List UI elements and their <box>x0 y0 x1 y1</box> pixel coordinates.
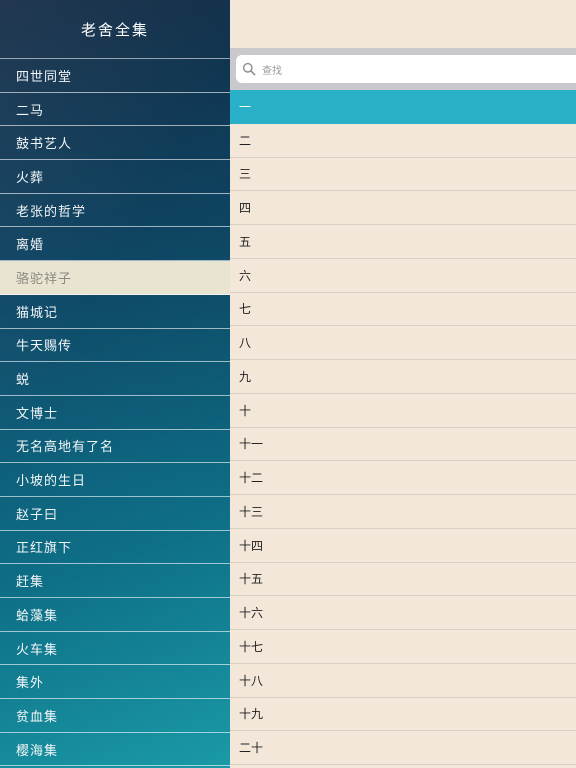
chapter-item[interactable]: 九 <box>230 360 576 394</box>
chapter-item[interactable]: 十六 <box>230 596 576 630</box>
search-placeholder: 查找 <box>262 65 282 77</box>
chapter-item[interactable]: 十一 <box>230 427 576 462</box>
chapter-item[interactable]: 十 <box>230 393 576 428</box>
chapter-item-active[interactable]: 一 <box>230 90 576 124</box>
chapter-item[interactable]: 十九 <box>230 697 576 732</box>
book-item[interactable]: 贫血集 <box>0 699 230 733</box>
book-item[interactable]: 赶集 <box>0 564 230 598</box>
book-item[interactable]: 文博士 <box>0 396 230 430</box>
book-item[interactable]: 集外 <box>0 665 230 700</box>
chapter-item[interactable]: 十三 <box>230 495 576 529</box>
book-item[interactable]: 二马 <box>0 93 230 127</box>
chapter-item[interactable]: 十二 <box>230 461 576 495</box>
book-item[interactable]: 火车集 <box>0 632 230 666</box>
chapter-item[interactable]: 三 <box>230 157 576 192</box>
book-item[interactable]: 小坡的生日 <box>0 463 230 497</box>
chapter-item[interactable]: 六 <box>230 258 576 293</box>
chapter-item[interactable]: 四 <box>230 191 576 225</box>
chapter-item[interactable]: 二 <box>230 123 576 158</box>
book-item[interactable]: 猫城记 <box>0 295 230 329</box>
sidebar: 老舍全集 四世同堂 二马 鼓书艺人 火葬 老张的哲学 离婚 骆驼祥子 猫城记 牛… <box>0 0 230 768</box>
book-item[interactable]: 离婚 <box>0 227 230 262</box>
book-item[interactable]: 牛天赐传 <box>0 329 230 363</box>
chapter-item[interactable]: 十七 <box>230 630 576 664</box>
book-list: 四世同堂 二马 鼓书艺人 火葬 老张的哲学 离婚 骆驼祥子 猫城记 牛天赐传 蜕… <box>0 59 230 767</box>
book-item[interactable]: 赵子曰 <box>0 497 230 531</box>
chapter-item[interactable]: 十八 <box>230 663 576 698</box>
chapter-panel: 查找 一 二 三 四 五 六 七 八 九 十 十一 十二 十三 十四 十五 十六… <box>230 0 576 768</box>
book-item[interactable]: 老张的哲学 <box>0 194 230 228</box>
chapter-item[interactable]: 十五 <box>230 562 576 597</box>
book-item[interactable]: 无名高地有了名 <box>0 430 230 464</box>
book-item[interactable]: 正红旗下 <box>0 531 230 565</box>
book-item[interactable]: 蛤藻集 <box>0 598 230 632</box>
search-bar: 查找 <box>230 48 576 90</box>
book-item[interactable]: 火葬 <box>0 160 230 194</box>
chapter-item[interactable]: 五 <box>230 225 576 259</box>
book-item[interactable]: 樱海集 <box>0 733 230 767</box>
chapter-item[interactable]: 十四 <box>230 528 576 563</box>
search-input[interactable]: 查找 <box>236 55 576 83</box>
chapter-item[interactable]: 七 <box>230 292 576 327</box>
chapter-item[interactable]: 二十 <box>230 731 576 765</box>
book-item[interactable]: 鼓书艺人 <box>0 126 230 161</box>
chapter-list: 一 二 三 四 五 六 七 八 九 十 十一 十二 十三 十四 十五 十六 十七… <box>230 90 576 765</box>
book-item[interactable]: 四世同堂 <box>0 59 230 93</box>
sidebar-title: 老舍全集 <box>0 0 230 59</box>
book-item[interactable]: 蜕 <box>0 362 230 396</box>
chapter-panel-header <box>230 0 576 48</box>
book-item-selected[interactable]: 骆驼祥子 <box>0 261 230 295</box>
search-icon <box>242 62 256 76</box>
chapter-item[interactable]: 八 <box>230 326 576 360</box>
